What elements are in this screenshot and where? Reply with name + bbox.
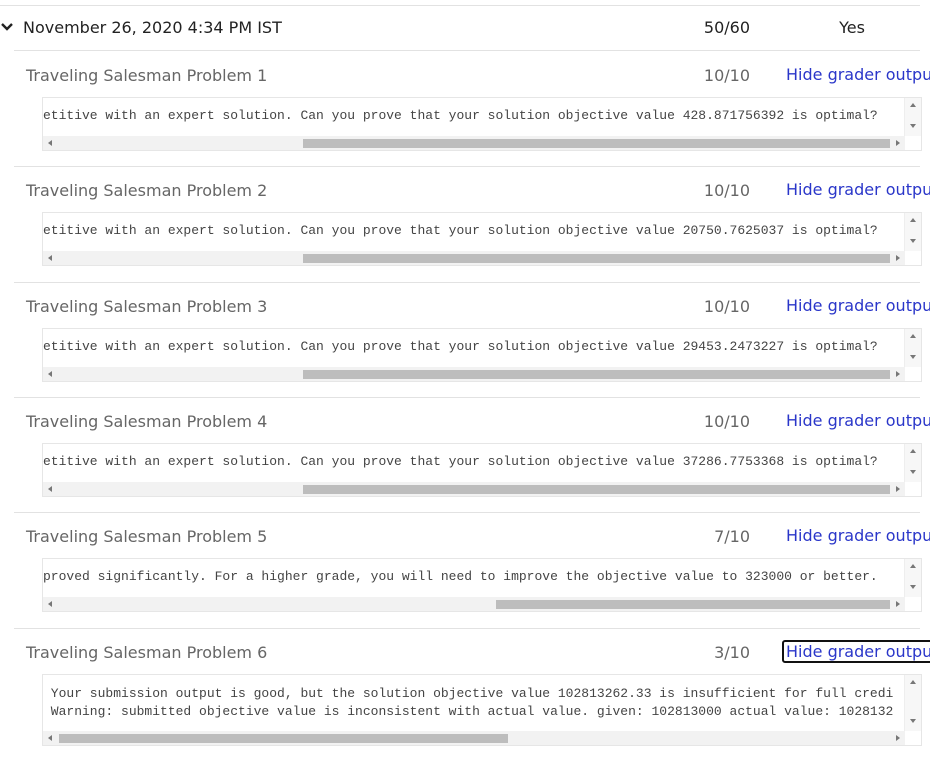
scroll-up-icon[interactable]	[910, 218, 916, 222]
part-divider	[14, 512, 920, 513]
scroll-left-icon[interactable]	[48, 735, 52, 741]
scroll-up-icon[interactable]	[910, 564, 916, 568]
horizontal-scroll-thumb[interactable]	[303, 139, 890, 148]
submission-date: November 26, 2020 4:34 PM IST	[23, 18, 282, 37]
part-title: Traveling Salesman Problem 4	[26, 412, 268, 431]
scroll-down-icon[interactable]	[910, 585, 916, 589]
grader-output-text: etitive with an expert solution. Can you…	[43, 454, 878, 469]
scroll-down-icon[interactable]	[910, 239, 916, 243]
scroll-right-icon[interactable]	[896, 255, 900, 261]
part-title: Traveling Salesman Problem 6	[26, 643, 268, 662]
grader-output-text: etitive with an expert solution. Can you…	[43, 339, 878, 354]
vertical-scrollbar[interactable]	[904, 559, 921, 597]
vertical-scrollbar[interactable]	[904, 329, 921, 367]
hide-grader-output-button[interactable]: Hide grader output	[782, 409, 930, 432]
scroll-up-icon[interactable]	[910, 449, 916, 453]
scroll-right-icon[interactable]	[896, 371, 900, 377]
horizontal-scrollbar[interactable]	[43, 251, 905, 265]
horizontal-scrollbar[interactable]	[43, 367, 905, 381]
scroll-down-icon[interactable]	[910, 470, 916, 474]
scroll-left-icon[interactable]	[48, 140, 52, 146]
scroll-up-icon[interactable]	[910, 103, 916, 107]
grader-output-text: Your submission output is good, but the …	[50, 686, 894, 719]
part-divider	[14, 397, 920, 398]
vertical-scrollbar[interactable]	[904, 675, 921, 731]
grader-output-box[interactable]: proved significantly. For a higher grade…	[42, 558, 922, 612]
part-score: 10/10	[703, 66, 750, 85]
horizontal-scroll-thumb[interactable]	[496, 600, 890, 609]
grader-output-text: etitive with an expert solution. Can you…	[43, 108, 878, 123]
scroll-down-icon[interactable]	[910, 124, 916, 128]
scroll-right-icon[interactable]	[896, 140, 900, 146]
grader-output-text: etitive with an expert solution. Can you…	[43, 223, 878, 238]
vertical-scrollbar[interactable]	[904, 98, 921, 136]
scroll-left-icon[interactable]	[48, 601, 52, 607]
submission-score: 50/60	[703, 18, 750, 37]
horizontal-scroll-thumb[interactable]	[303, 370, 890, 379]
grader-output-box[interactable]: etitive with an expert solution. Can you…	[42, 212, 922, 266]
horizontal-scrollbar[interactable]	[43, 731, 905, 745]
hide-grader-output-button[interactable]: Hide grader output	[782, 63, 930, 86]
chevron-down-icon[interactable]	[0, 20, 14, 34]
scroll-left-icon[interactable]	[48, 255, 52, 261]
hide-grader-output-button[interactable]: Hide grader output	[782, 178, 930, 201]
part-score: 10/10	[703, 412, 750, 431]
grader-output-box[interactable]: etitive with an expert solution. Can you…	[42, 443, 922, 497]
scroll-right-icon[interactable]	[896, 601, 900, 607]
part-title: Traveling Salesman Problem 1	[26, 66, 268, 85]
vertical-scrollbar[interactable]	[904, 444, 921, 482]
scroll-down-icon[interactable]	[910, 355, 916, 359]
scroll-right-icon[interactable]	[896, 735, 900, 741]
hide-grader-output-button[interactable]: Hide grader output	[782, 294, 930, 317]
horizontal-scroll-thumb[interactable]	[303, 485, 890, 494]
part-title: Traveling Salesman Problem 3	[26, 297, 268, 316]
scroll-up-icon[interactable]	[910, 680, 916, 684]
part-score: 7/10	[714, 527, 750, 546]
part-title: Traveling Salesman Problem 2	[26, 181, 268, 200]
grader-output-text: proved significantly. For a higher grade…	[43, 569, 878, 584]
hide-grader-output-button[interactable]: Hide grader output	[782, 640, 930, 663]
submission-passed: Yes	[839, 18, 865, 37]
horizontal-scroll-thumb[interactable]	[303, 254, 890, 263]
part-divider	[14, 628, 920, 629]
summary-divider	[14, 50, 920, 51]
submission-summary-row[interactable]: November 26, 2020 4:34 PM IST 50/60 Yes	[0, 6, 920, 50]
horizontal-scrollbar[interactable]	[43, 482, 905, 496]
grader-output-box[interactable]: etitive with an expert solution. Can you…	[42, 97, 922, 151]
grader-output-box[interactable]: Your submission output is good, but the …	[42, 674, 922, 746]
scroll-down-icon[interactable]	[910, 719, 916, 723]
scroll-left-icon[interactable]	[48, 371, 52, 377]
horizontal-scrollbar[interactable]	[43, 597, 905, 611]
part-divider	[14, 166, 920, 167]
part-score: 10/10	[703, 297, 750, 316]
hide-grader-output-button[interactable]: Hide grader output	[782, 524, 930, 547]
vertical-scrollbar[interactable]	[904, 213, 921, 251]
scroll-up-icon[interactable]	[910, 334, 916, 338]
part-title: Traveling Salesman Problem 5	[26, 527, 268, 546]
horizontal-scrollbar[interactable]	[43, 136, 905, 150]
part-score: 3/10	[714, 643, 750, 662]
part-divider	[14, 282, 920, 283]
grader-output-box[interactable]: etitive with an expert solution. Can you…	[42, 328, 922, 382]
part-score: 10/10	[703, 181, 750, 200]
scroll-right-icon[interactable]	[896, 486, 900, 492]
horizontal-scroll-thumb[interactable]	[59, 734, 508, 743]
scroll-left-icon[interactable]	[48, 486, 52, 492]
